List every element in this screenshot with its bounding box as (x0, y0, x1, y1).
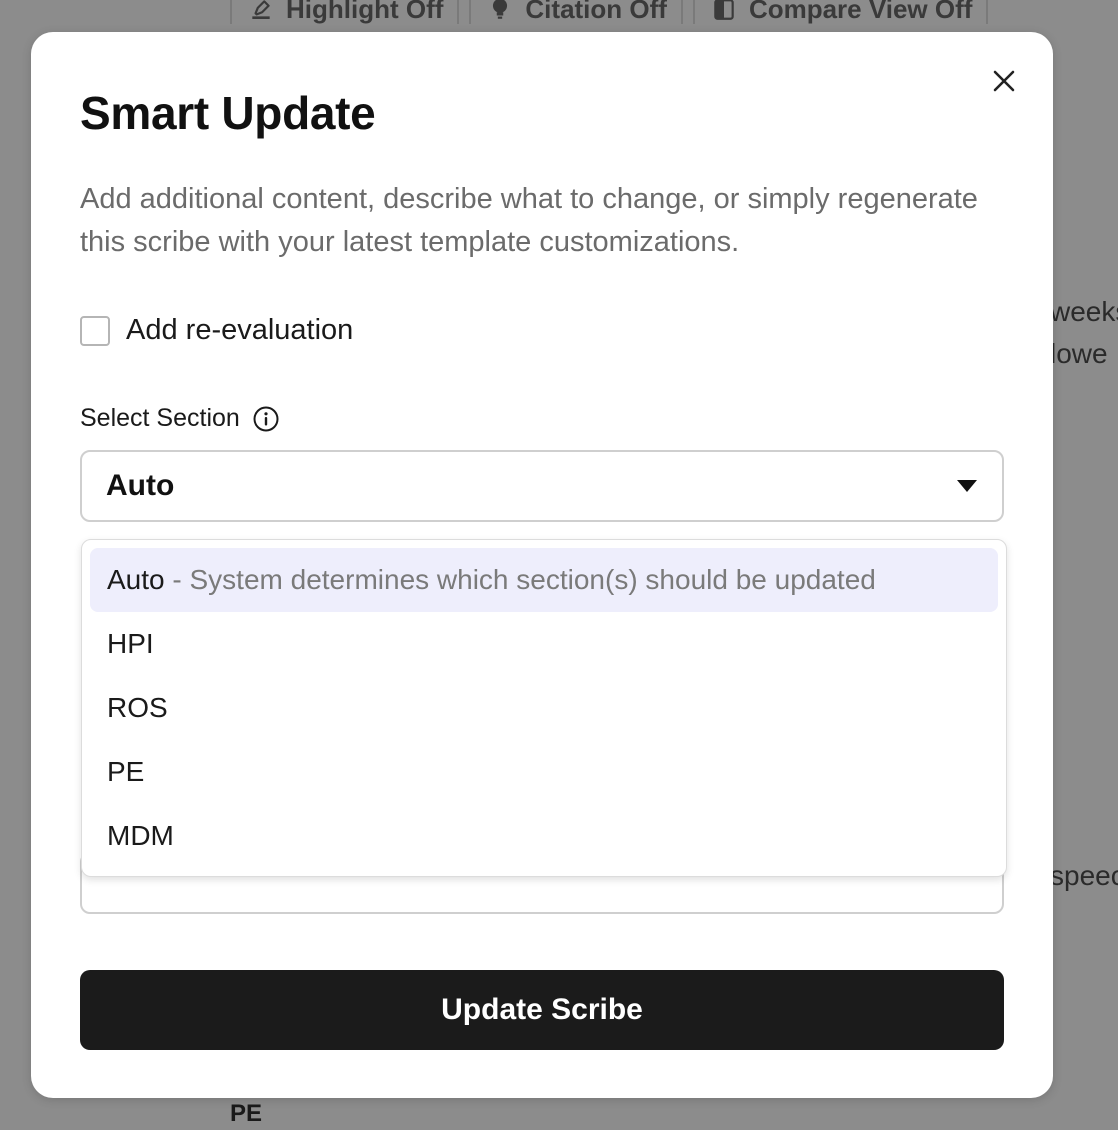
lightbulb-icon (493, 0, 508, 19)
option-label: ROS (107, 692, 168, 723)
background-text-fragment: speec (1050, 860, 1118, 891)
compare-icon (714, 0, 734, 20)
compare-view-toggle-button: Compare View Off (692, 0, 989, 24)
update-scribe-button[interactable]: Update Scribe (80, 970, 1004, 1050)
info-icon[interactable] (252, 405, 280, 433)
section-select-value: Auto (106, 469, 175, 502)
section-option-ros[interactable]: ROS (90, 676, 998, 740)
add-reevaluation-label[interactable]: Add re-evaluation (126, 314, 353, 347)
option-label: PE (107, 756, 145, 787)
dialog-description: Add additional content, describe what to… (80, 183, 978, 258)
section-option-auto[interactable]: Auto - System determines which section(s… (90, 548, 998, 612)
section-option-hpi[interactable]: HPI (90, 612, 998, 676)
add-reevaluation-checkbox[interactable] (80, 315, 110, 346)
citation-toggle-button: Citation Off (469, 0, 683, 24)
citation-toggle-label: Citation Off (525, 0, 667, 24)
dialog-title: Smart Update (80, 87, 376, 139)
section-select[interactable]: Auto (80, 450, 1004, 522)
option-description: System determines which section(s) shoul… (189, 564, 876, 595)
section-dropdown-menu: Auto - System determines which section(s… (81, 539, 1007, 877)
option-separator: - (164, 564, 190, 595)
select-section-label: Select Section (80, 404, 240, 432)
caret-down-icon (957, 480, 977, 492)
section-option-pe[interactable]: PE (90, 740, 998, 804)
select-section-label-row: Select Section (80, 404, 280, 433)
close-icon[interactable] (989, 66, 1019, 96)
background-toolbar: Highlight Off Citation Off Compare View … (230, 0, 998, 30)
smart-update-dialog: Smart Update Add additional content, des… (31, 32, 1053, 1098)
background-text-fragment: weeks (1050, 296, 1118, 327)
background-text-fragment: lowe (1050, 338, 1108, 369)
option-label: MDM (107, 820, 174, 851)
compare-view-toggle-label: Compare View Off (748, 0, 973, 24)
highlight-toggle-button: Highlight Off (230, 0, 460, 24)
background-section-heading: PE (230, 1100, 263, 1127)
highlight-toggle-label: Highlight Off (286, 0, 444, 24)
highlighter-icon (252, 0, 270, 19)
option-label: Auto (107, 564, 165, 595)
option-label: HPI (107, 628, 154, 659)
add-reevaluation-checkbox-row[interactable]: Add re-evaluation (80, 314, 353, 347)
section-option-mdm[interactable]: MDM (90, 804, 998, 868)
